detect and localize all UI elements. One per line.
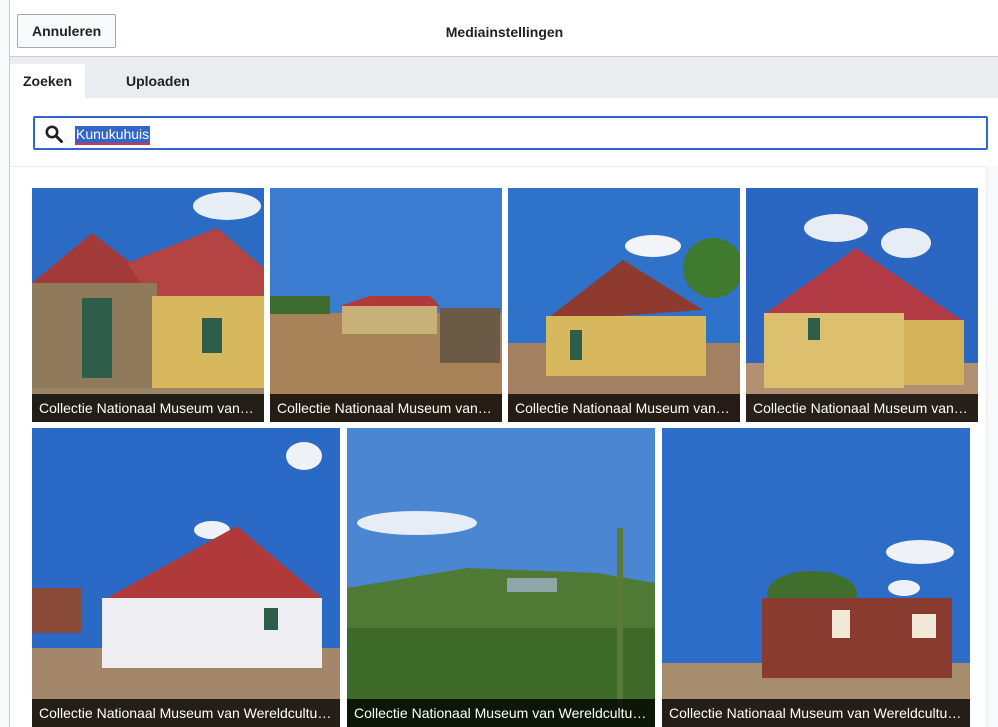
result-caption: Collectie Nationaal Museum van Wereldcul… [508, 394, 740, 422]
thumbnail-image [662, 428, 970, 727]
result-caption: Collectie Nationaal Museum van Wereldcul… [270, 394, 502, 422]
search-area: Kunukuhuis [10, 98, 998, 167]
thumbnail-image [270, 188, 502, 422]
dialog-header: Annuleren Mediainstellingen [10, 0, 998, 57]
thumbnail-image [32, 428, 340, 727]
search-input[interactable]: Kunukuhuis [75, 126, 151, 145]
result-thumbnail[interactable]: Collectie Nationaal Museum van Wereldcul… [32, 428, 340, 727]
search-field[interactable]: Kunukuhuis [33, 116, 988, 150]
result-caption: Collectie Nationaal Museum van Wereldcul… [32, 394, 264, 422]
result-thumbnail[interactable]: Collectie Nationaal Museum van Wereldcul… [662, 428, 970, 727]
tab-upload[interactable]: Uploaden [113, 64, 203, 98]
result-caption: Collectie Nationaal Museum van Wereldcul… [662, 699, 970, 727]
result-caption: Collectie Nationaal Museum van Wereldcul… [32, 699, 340, 727]
media-settings-dialog: Annuleren Mediainstellingen Zoeken Uploa… [9, 0, 998, 727]
dialog-title: Mediainstellingen [445, 24, 564, 40]
tab-bar: Zoeken Uploaden [10, 57, 998, 98]
thumbnail-image [508, 188, 740, 422]
results-scrollbar[interactable] [986, 166, 998, 727]
result-caption: Collectie Nationaal Museum van Wereldcul… [347, 699, 655, 727]
thumbnail-image [746, 188, 978, 422]
tab-search[interactable]: Zoeken [10, 64, 86, 98]
thumbnail-image [32, 188, 264, 422]
result-thumbnail[interactable]: Collectie Nationaal Museum van Wereldcul… [347, 428, 655, 727]
thumbnail-image [347, 428, 655, 727]
result-thumbnail[interactable]: Collectie Nationaal Museum van Wereldcul… [32, 188, 264, 422]
search-results-grid: Collectie Nationaal Museum van Wereldcul… [30, 186, 980, 727]
search-icon [45, 125, 63, 143]
result-caption: Collectie Nationaal Museum van Wereldcul… [746, 394, 978, 422]
result-thumbnail[interactable]: Collectie Nationaal Museum van Wereldcul… [270, 188, 502, 422]
result-thumbnail[interactable]: Collectie Nationaal Museum van Wereldcul… [508, 188, 740, 422]
result-thumbnail[interactable]: Collectie Nationaal Museum van Wereldcul… [746, 188, 978, 422]
